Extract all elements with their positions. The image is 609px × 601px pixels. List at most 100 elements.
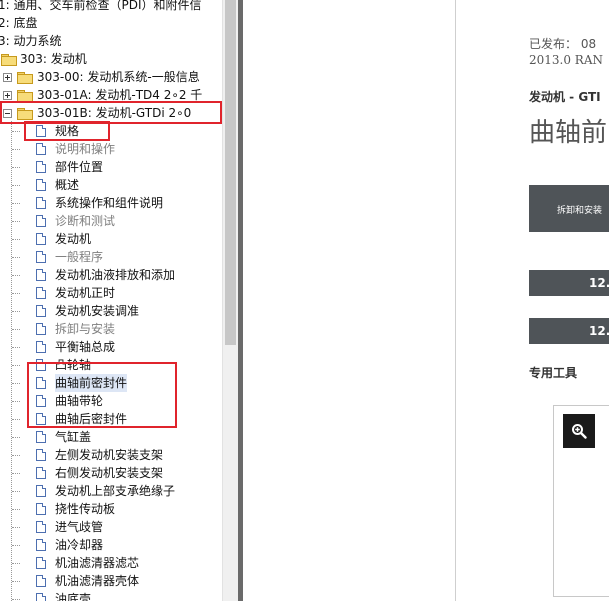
tree-row[interactable]: 303: 发动机: [0, 50, 222, 68]
document-icon: [36, 287, 46, 299]
tree-row-label: 气缸盖: [55, 430, 92, 444]
collapse-icon[interactable]: [3, 109, 12, 118]
tree-row[interactable]: 规格: [0, 122, 222, 140]
tree-row[interactable]: 303-01A: 发动机-TD4 2∘2 千: [0, 86, 222, 104]
tree-row[interactable]: 曲轴前密封件: [0, 374, 222, 392]
tree-row[interactable]: 发动机油液排放和添加: [0, 266, 222, 284]
tree-branch-line: [12, 545, 20, 546]
tree-row-label: 规格: [55, 124, 80, 138]
tree-row-label: 平衡轴总成: [55, 340, 116, 354]
document-icon: [36, 395, 46, 407]
tree-row[interactable]: 平衡轴总成: [0, 338, 222, 356]
tree-branch-line: [12, 149, 20, 150]
tree-row[interactable]: 左侧发动机安装支架: [0, 446, 222, 464]
tree-row-label: 油冷却器: [55, 538, 104, 552]
zoom-button[interactable]: [563, 414, 595, 448]
document-icon: [36, 215, 46, 227]
document-icon: [36, 521, 46, 533]
tree-row[interactable]: 凸轮轴: [0, 356, 222, 374]
expand-icon[interactable]: [3, 73, 12, 82]
tree-row[interactable]: 油冷却器: [0, 536, 222, 554]
tree-row[interactable]: 进气歧管: [0, 518, 222, 536]
tree-row[interactable]: 发动机: [0, 230, 222, 248]
tree-branch-line: [12, 257, 20, 258]
tree-branch-line: [12, 383, 20, 384]
procedure-tab-label: 拆卸和安装: [557, 206, 603, 216]
procedure-tab-bar[interactable]: 拆卸和安装: [529, 185, 609, 232]
tree-row[interactable]: 曲轴带轮: [0, 392, 222, 410]
navigation-tree: 1: 通用、交车前检查（PDI）和附件信 2: 底盘 3: 动力系统 303: 发动机…: [0, 0, 222, 601]
tree-row[interactable]: 部件位置: [0, 158, 222, 176]
document-icon: [36, 557, 46, 569]
tree-row-label: 凸轮轴: [55, 358, 92, 372]
tree-row[interactable]: 概述: [0, 176, 222, 194]
tree-row[interactable]: 发动机安装调准: [0, 302, 222, 320]
document-icon: [36, 449, 46, 461]
page-title: 曲轴前: [529, 118, 608, 148]
tree-row-label: 303-00: 发动机系统-一般信息: [37, 70, 200, 84]
tree-branch-line: [12, 419, 20, 420]
tree-branch-line: [12, 293, 20, 294]
magnifier-plus-icon: [572, 424, 587, 439]
tree-row-label: 说明和操作: [55, 142, 116, 156]
tree-row-label: 发动机正时: [55, 286, 116, 300]
expand-icon[interactable]: [3, 91, 12, 100]
document-icon: [36, 467, 46, 479]
step-bar-2-label: 12.: [589, 324, 609, 338]
tree-row[interactable]: 诊断和测试: [0, 212, 222, 230]
tree-row[interactable]: 机油滤清器壳体: [0, 572, 222, 590]
tree-row[interactable]: 右侧发动机安装支架: [0, 464, 222, 482]
tree-row-label: 303: 发动机: [20, 52, 87, 66]
tree-branch-line: [12, 473, 20, 474]
tree-branch-line: [12, 599, 20, 600]
tree-row-label: 发动机油液排放和添加: [55, 268, 176, 282]
tree-row[interactable]: 3: 动力系统: [0, 32, 222, 50]
tree-scrollbar-thumb[interactable]: [225, 0, 236, 345]
document-icon: [36, 341, 46, 353]
tree-row[interactable]: 拆卸与安装: [0, 320, 222, 338]
tree-row-label: 进气歧管: [55, 520, 104, 534]
folder-icon: [17, 108, 33, 120]
tree-row[interactable]: 说明和操作: [0, 140, 222, 158]
tree-branch-line: [12, 581, 20, 582]
tree-branch-line: [12, 185, 20, 186]
tree-branch-line: [12, 365, 20, 366]
tree-row[interactable]: 发动机正时: [0, 284, 222, 302]
tree-row[interactable]: 1: 通用、交车前检查（PDI）和附件信: [0, 0, 222, 14]
tree-row-label: 303-01B: 发动机-GTDi 2∘0: [37, 106, 192, 120]
document-icon: [36, 197, 46, 209]
middle-pane: [243, 0, 455, 601]
document-icon: [36, 323, 46, 335]
document-icon: [36, 539, 46, 551]
document-icon: [36, 251, 46, 263]
tree-row[interactable]: 油底壳: [0, 590, 222, 601]
tree-row-label: 2: 底盘: [0, 16, 38, 30]
step-bar-1[interactable]: 12.: [529, 270, 609, 296]
tree-row[interactable]: 机油滤清器滤芯: [0, 554, 222, 572]
folder-icon: [17, 90, 33, 102]
tree-row[interactable]: 挠性传动板: [0, 500, 222, 518]
document-icon: [36, 431, 46, 443]
tree-row[interactable]: 2: 底盘: [0, 14, 222, 32]
document-icon: [36, 485, 46, 497]
tree-row[interactable]: 发动机上部支承绝缘子: [0, 482, 222, 500]
document-icon: [36, 503, 46, 515]
document-icon: [36, 269, 46, 281]
tree-branch-line: [12, 239, 20, 240]
tree-branch-line: [12, 527, 20, 528]
tree-row[interactable]: 气缸盖: [0, 428, 222, 446]
tree-row[interactable]: 303-00: 发动机系统-一般信息: [0, 68, 222, 86]
tree-row[interactable]: 一般程序: [0, 248, 222, 266]
tree-row-label: 一般程序: [55, 250, 104, 264]
document-icon: [36, 179, 46, 191]
tree-row[interactable]: 曲轴后密封件: [0, 410, 222, 428]
tree-branch-line: [12, 131, 20, 132]
tree-row[interactable]: 系统操作和组件说明: [0, 194, 222, 212]
document-icon: [36, 413, 46, 425]
tree-scrollbar[interactable]: [222, 0, 239, 601]
tree-branch-line: [12, 347, 20, 348]
tree-branch-line: [12, 329, 20, 330]
step-bar-2[interactable]: 12.: [529, 318, 609, 344]
tree-row[interactable]: 303-01B: 发动机-GTDi 2∘0: [0, 104, 222, 122]
tree-branch-line: [12, 509, 20, 510]
